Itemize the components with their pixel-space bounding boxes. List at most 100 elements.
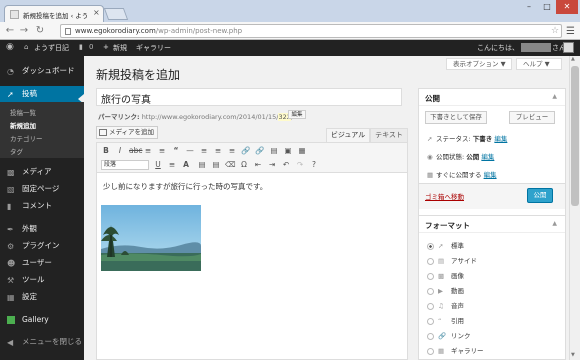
wordpress-logo-icon[interactable]: ◉ — [6, 42, 14, 52]
paste-word-icon[interactable]: ▤ — [211, 160, 221, 170]
undo-icon[interactable]: ↶ — [281, 160, 291, 170]
close-window-button[interactable]: ✕ — [556, 0, 578, 14]
radio[interactable] — [427, 272, 434, 280]
justify-icon[interactable]: ≡ — [167, 160, 177, 170]
edit-permalink-button[interactable]: 編集 — [288, 110, 306, 119]
fullscreen-icon[interactable]: ▣ — [283, 146, 293, 156]
comment-bubble-icon[interactable]: ▮ — [79, 43, 83, 51]
indent-icon[interactable]: ⇥ — [267, 160, 277, 170]
help-icon[interactable]: ? — [309, 160, 319, 170]
format-option-aside[interactable]: ▤ アサイド — [427, 255, 477, 265]
back-icon[interactable]: ← — [4, 24, 16, 37]
format-option-video[interactable]: ▶ 動画 — [427, 285, 464, 295]
new-tab-button[interactable] — [103, 8, 129, 20]
sidebar-item-comments[interactable]: ▮ コメント — [0, 198, 84, 214]
browser-tab[interactable]: 新規投稿を追加 ‹ ようず日記 × — [4, 5, 104, 23]
editor-body-text[interactable]: 少し前になりますが旅行に行った時の写真です。 — [103, 181, 267, 192]
radio-selected[interactable] — [427, 242, 434, 250]
blockquote-icon[interactable]: “ — [171, 146, 181, 156]
move-to-trash-link[interactable]: ゴミ箱へ移動 — [425, 191, 464, 201]
screen-options-button[interactable]: 表示オプション ▼ — [446, 58, 512, 70]
sidebar-item-plugins[interactable]: ⚙ プラグイン — [0, 238, 84, 254]
collapse-arrow-icon[interactable]: ▲ — [552, 220, 557, 227]
tab-text[interactable]: テキスト — [370, 128, 408, 142]
scroll-down-icon[interactable]: ▼ — [571, 352, 575, 358]
align-center-icon[interactable]: ≡ — [213, 146, 223, 156]
bullet-list-icon[interactable]: ≡ — [143, 146, 153, 156]
browser-menu-icon[interactable]: ☰ — [566, 26, 575, 37]
bold-icon[interactable]: B — [101, 146, 111, 156]
edit-schedule-link[interactable]: 編集 — [484, 171, 497, 179]
more-tag-icon[interactable]: ▤ — [269, 146, 279, 156]
link-icon[interactable]: 🔗 — [241, 146, 251, 156]
post-editor[interactable]: B I abc ≡ ≡ “ — ≡ ≡ ≡ 🔗 🔗 ▤ ▣ ▦ 段落 U ≡ A… — [96, 142, 408, 360]
redo-icon[interactable]: ↷ — [295, 160, 305, 170]
submenu-add-new[interactable]: 新規追加 — [10, 120, 36, 130]
scrollbar-thumb[interactable] — [571, 66, 579, 206]
greeting-text[interactable]: こんにちは、 — [477, 43, 519, 53]
collapse-arrow-icon[interactable]: ▲ — [552, 93, 557, 100]
help-button[interactable]: ヘルプ ▼ — [516, 58, 562, 70]
submenu-categories[interactable]: カテゴリー — [10, 133, 43, 143]
publish-button[interactable]: 公開 — [527, 188, 553, 203]
save-draft-button[interactable]: 下書きとして保存 — [425, 111, 487, 124]
forward-icon[interactable]: → — [18, 24, 30, 37]
italic-icon[interactable]: I — [115, 146, 125, 156]
text-color-icon[interactable]: A — [181, 160, 191, 170]
unlink-icon[interactable]: 🔗 — [255, 146, 265, 156]
align-right-icon[interactable]: ≡ — [227, 146, 237, 156]
special-char-icon[interactable]: Ω — [239, 160, 249, 170]
maximize-button[interactable]: □ — [538, 0, 556, 14]
format-option-standard[interactable]: ➚ 標準 — [427, 240, 464, 250]
format-box-header[interactable]: フォーマット ▲ — [419, 216, 565, 233]
sidebar-item-appearance[interactable]: ✒ 外観 — [0, 221, 84, 237]
reload-icon[interactable]: ↻ — [34, 24, 46, 37]
align-left-icon[interactable]: ≡ — [199, 146, 209, 156]
site-name-link[interactable]: ようず日記 — [34, 43, 69, 53]
landscape-photo[interactable] — [101, 205, 201, 271]
sidebar-item-media[interactable]: ▩ メディア — [0, 164, 84, 180]
radio[interactable] — [427, 317, 434, 325]
scroll-up-icon[interactable]: ▲ — [571, 56, 575, 62]
radio[interactable] — [427, 257, 434, 265]
format-select[interactable]: 段落 — [101, 160, 149, 170]
kitchen-sink-icon[interactable]: ▦ — [297, 146, 307, 156]
new-menu-link[interactable]: 新規 — [113, 43, 127, 53]
publish-box-header[interactable]: 公開 ▲ — [419, 89, 565, 106]
permalink-url[interactable]: http://www.egokorodiary.com/2014/01/15/ — [142, 113, 279, 121]
sidebar-item-users[interactable]: ☻ ユーザー — [0, 255, 84, 271]
horizontal-rule-icon[interactable]: — — [185, 146, 195, 156]
outdent-icon[interactable]: ⇤ — [253, 160, 263, 170]
add-media-button[interactable]: メディアを追加 — [96, 126, 158, 139]
user-name-redacted[interactable] — [521, 43, 551, 52]
sidebar-collapse[interactable]: ◀ メニューを閉じる — [0, 334, 84, 350]
address-bar[interactable]: www.egokorodiary.com/wp-admin/post-new.p… — [60, 24, 562, 38]
sidebar-item-pages[interactable]: ▧ 固定ページ — [0, 181, 84, 197]
sidebar-item-settings[interactable]: ▦ 設定 — [0, 289, 84, 305]
numbered-list-icon[interactable]: ≡ — [157, 146, 167, 156]
format-option-image[interactable]: ▩ 画像 — [427, 270, 464, 280]
sidebar-item-dashboard[interactable]: ◔ ダッシュボード — [0, 63, 84, 79]
format-option-audio[interactable]: ♫ 音声 — [427, 300, 464, 310]
radio[interactable] — [427, 347, 434, 355]
format-option-link[interactable]: 🔗 リンク — [427, 330, 471, 340]
radio[interactable] — [427, 302, 434, 310]
submenu-all-posts[interactable]: 投稿一覧 — [10, 107, 36, 117]
edit-visibility-link[interactable]: 編集 — [481, 153, 494, 161]
close-tab-icon[interactable]: × — [93, 8, 100, 17]
sidebar-item-tools[interactable]: ⚒ ツール — [0, 272, 84, 288]
avatar[interactable] — [563, 42, 574, 53]
submenu-tags[interactable]: タグ — [10, 146, 23, 156]
post-title-input[interactable]: 旅行の写真 — [96, 88, 402, 106]
page-scrollbar[interactable]: ▲ ▼ — [569, 56, 580, 360]
preview-button[interactable]: プレビュー — [509, 111, 555, 124]
bookmark-star-icon[interactable]: ☆ — [551, 26, 559, 36]
underline-icon[interactable]: U — [153, 160, 163, 170]
sidebar-item-posts[interactable]: ➚ 投稿 — [0, 86, 84, 102]
minimize-button[interactable]: – — [520, 0, 538, 14]
clear-formatting-icon[interactable]: ⌫ — [225, 160, 236, 170]
sidebar-item-gallery[interactable]: Gallery — [0, 312, 84, 328]
tab-visual[interactable]: ビジュアル — [326, 128, 370, 142]
format-option-quote[interactable]: “ 引用 — [427, 315, 464, 325]
strikethrough-icon[interactable]: abc — [129, 146, 142, 156]
